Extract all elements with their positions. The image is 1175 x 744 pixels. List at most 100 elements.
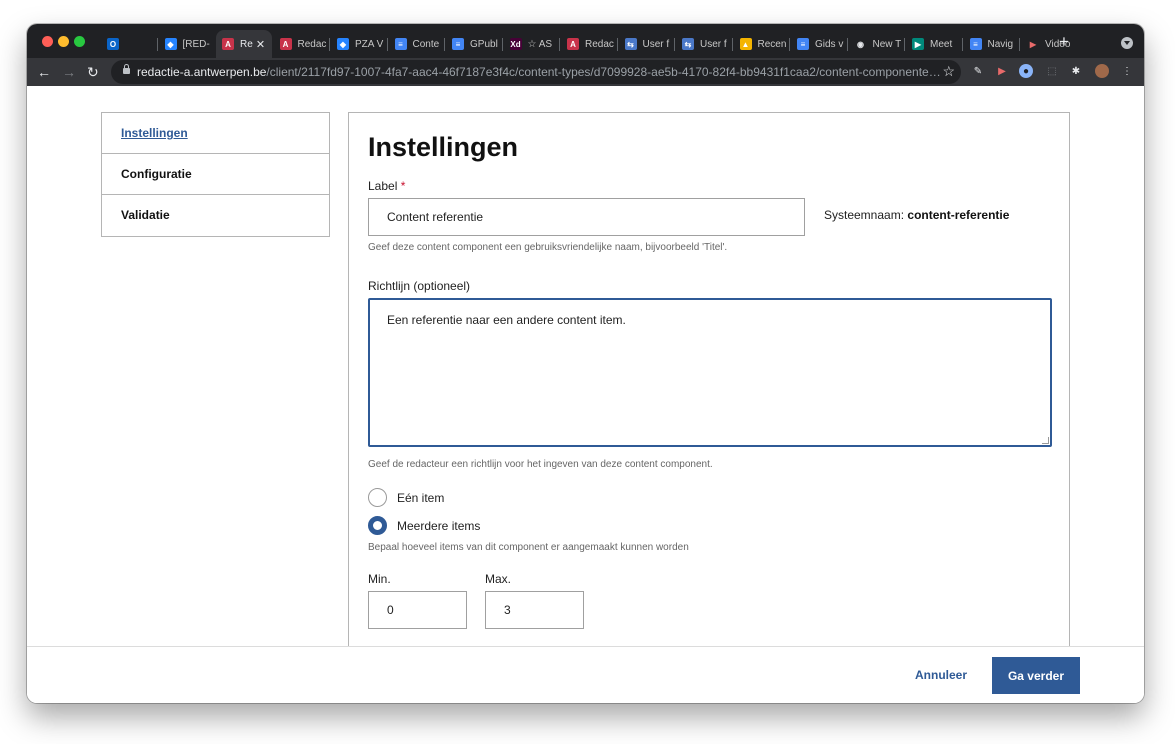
browser-tab[interactable]: ▶ Meet: [906, 30, 962, 58]
sidenav-item-configuratie[interactable]: Configuratie: [102, 154, 329, 195]
tab-separator: [616, 38, 618, 51]
tab-title: [RED-: [182, 38, 210, 50]
min-label: Min.: [368, 572, 391, 586]
forward-arrow-icon[interactable]: →: [62, 63, 76, 81]
browser-tab[interactable]: Xd ☆ AS: [504, 30, 560, 58]
tab-title: ☆ AS: [527, 38, 553, 50]
flow-icon: ⇆: [682, 38, 694, 50]
tab-title: Redac: [297, 38, 327, 50]
jira-icon: ◆: [337, 38, 349, 50]
docs-icon: ≡: [797, 38, 809, 50]
settings-side-nav: Instellingen Configuratie Validatie: [101, 112, 330, 237]
guideline-text: Een referentie naar een andere content i…: [387, 313, 626, 327]
url-text: redactie-a.antwerpen.be/client/2117fd97-…: [137, 65, 941, 79]
outlook-icon: O: [107, 38, 119, 50]
tab-title: User f: [700, 38, 727, 50]
browser-tab[interactable]: ▲ Recen: [734, 30, 790, 58]
tab-strip: O ◆ [RED- A Re ✕ A Redac ◆ PZA V ≡ Conte ≡ GPubl Xd ☆ A…: [27, 24, 1144, 58]
radio-label: Eén item: [397, 490, 445, 505]
browser-tab[interactable]: ◆ PZA V: [331, 30, 387, 58]
reload-icon[interactable]: ↻: [87, 63, 99, 81]
tab-separator: [789, 38, 790, 51]
menu-kebab-icon[interactable]: ⋮: [1120, 64, 1134, 78]
tab-title: Recen: [757, 38, 787, 50]
browser-tab[interactable]: ◉ New T: [849, 30, 905, 58]
tab-separator: [846, 38, 848, 51]
screencast-extension-icon[interactable]: ▶: [995, 64, 1009, 78]
close-tab-icon[interactable]: ✕: [254, 38, 268, 51]
back-arrow-icon[interactable]: ←: [37, 63, 51, 81]
browser-tab[interactable]: ◆ [RED-: [159, 30, 215, 58]
browser-toolbar: ← → ↻ redactie-a.antwerpen.be/client/211…: [27, 58, 1144, 86]
browser-tab[interactable]: A Redac: [274, 30, 330, 58]
tab-separator: [961, 38, 963, 51]
label-input[interactable]: Content referentie: [368, 198, 805, 236]
browser-window: O ◆ [RED- A Re ✕ A Redac ◆ PZA V ≡ Conte ≡ GPubl Xd ☆ A…: [27, 24, 1144, 703]
browser-tab[interactable]: O: [101, 30, 157, 58]
pen-extension-icon[interactable]: ✎: [971, 64, 985, 78]
tab-separator: [731, 38, 733, 51]
radio-single-item[interactable]: Eén item: [368, 488, 444, 507]
system-name: Systeemnaam: content-referentie: [824, 208, 1010, 222]
guideline-hint: Geef de redacteur een richtlijn voor het…: [368, 459, 713, 470]
browser-tab[interactable]: ≡ GPubl: [446, 30, 502, 58]
sidenav-item-validatie[interactable]: Validatie: [102, 195, 329, 236]
chrome-icon: ◉: [857, 39, 864, 49]
tab-title: Navig: [987, 38, 1014, 50]
tab-title: PZA V: [355, 38, 384, 50]
browser-tab[interactable]: ⇆ User f: [619, 30, 675, 58]
tab-title: Gids v: [815, 38, 844, 50]
guideline-field-label: Richtlijn (optioneel): [368, 279, 471, 293]
radio-label: Meerdere items: [397, 518, 481, 533]
tab-separator: [386, 38, 388, 51]
tab-separator: [444, 38, 445, 51]
sidenav-item-instellingen[interactable]: Instellingen: [102, 113, 329, 154]
puzzle-extensions-icon[interactable]: ✱: [1069, 64, 1083, 78]
tab-title: Redac: [585, 38, 614, 50]
docs-icon: ≡: [452, 38, 464, 50]
close-window-button[interactable]: [42, 36, 53, 47]
radio-multiple-items[interactable]: Meerdere items: [368, 516, 480, 535]
cancel-button[interactable]: Annuleer: [915, 668, 967, 682]
browser-tab[interactable]: ≡ Gids v: [791, 30, 847, 58]
action-footer: Annuleer Ga verder: [27, 646, 1144, 703]
tab-separator: [559, 38, 560, 51]
zoom-window-button[interactable]: [74, 36, 85, 47]
docs-icon: ≡: [969, 38, 982, 50]
resize-handle-icon[interactable]: [1042, 437, 1049, 444]
radio-button-unchecked[interactable]: [368, 488, 387, 507]
guideline-textarea[interactable]: Een referentie naar een andere content i…: [368, 298, 1052, 447]
vpn-extension-icon[interactable]: ●: [1019, 64, 1033, 78]
page-content: Instellingen Configuratie Validatie Inst…: [27, 86, 1144, 703]
max-input[interactable]: 3: [485, 591, 584, 629]
page-title: Instellingen: [368, 132, 519, 162]
profile-avatar[interactable]: [1095, 64, 1109, 78]
address-bar[interactable]: redactie-a.antwerpen.be/client/2117fd97-…: [111, 60, 961, 84]
lock-icon: [123, 64, 130, 74]
tab-search-icon[interactable]: [1121, 37, 1133, 49]
redactie-icon: A: [567, 38, 579, 50]
browser-tab[interactable]: ⇆ User f: [676, 30, 732, 58]
bookmark-star-icon[interactable]: ☆: [942, 63, 955, 80]
jira-icon: ◆: [164, 38, 177, 50]
browser-tab[interactable]: A Redac: [561, 30, 617, 58]
min-input[interactable]: 0: [368, 591, 467, 629]
tab-separator: [904, 38, 905, 51]
tab-separator: [329, 38, 330, 51]
tab-title: GPubl: [470, 38, 498, 50]
settings-card: Instellingen Label * Content referentie …: [348, 112, 1070, 672]
browser-tab[interactable]: ≡ Conte: [389, 30, 445, 58]
browser-tab[interactable]: A Re ✕: [216, 30, 272, 58]
radio-button-checked[interactable]: [368, 516, 387, 535]
browser-tab[interactable]: ≡ Navig: [964, 30, 1020, 58]
meet-icon: ▶: [912, 38, 924, 50]
xd-icon: Xd: [509, 38, 522, 50]
continue-button[interactable]: Ga verder: [992, 657, 1080, 694]
redactie-icon: A: [222, 38, 234, 50]
new-tab-button[interactable]: +: [1059, 32, 1069, 52]
tab-title: New T: [872, 38, 902, 50]
screenshot-extension-icon[interactable]: ⬚: [1045, 64, 1059, 78]
minimize-window-button[interactable]: [58, 36, 69, 47]
label-field-label: Label *: [368, 179, 406, 193]
flow-icon: ⇆: [624, 38, 637, 50]
